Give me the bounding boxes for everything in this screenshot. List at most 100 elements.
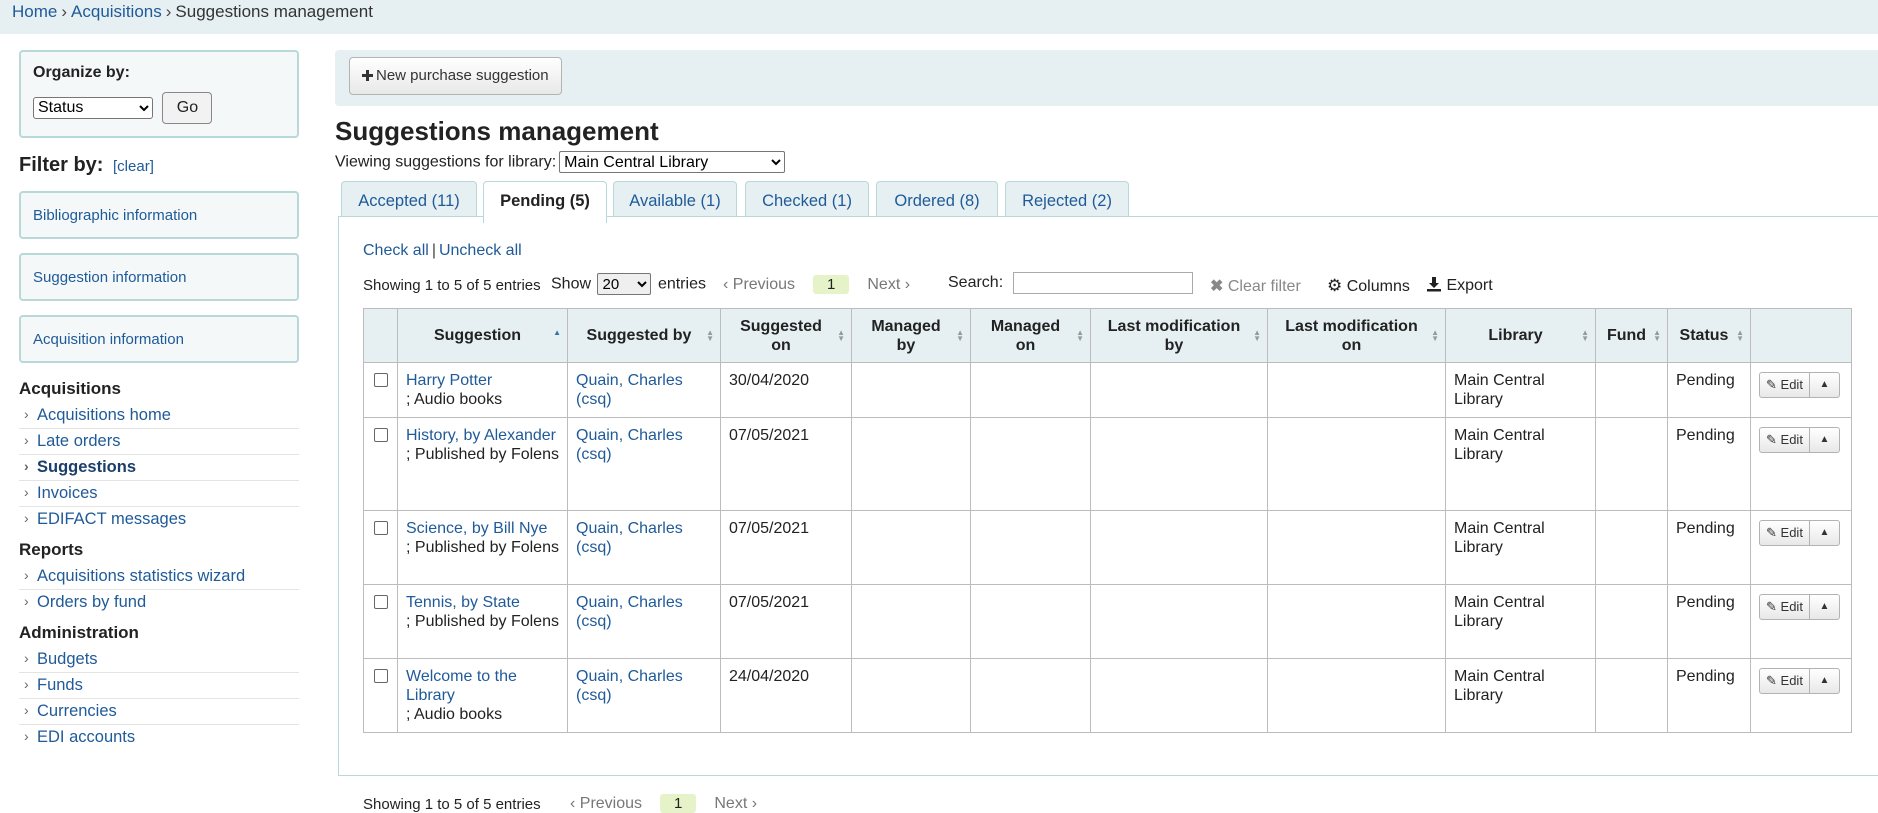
header-last-mod-by[interactable]: Last modification by ▲ ▼ — [1090, 308, 1268, 363]
nav-item-budgets[interactable]: Budgets — [19, 647, 299, 673]
suggestion-title-link[interactable]: Welcome to the Library — [406, 668, 517, 704]
nav-reports: Reports Acquisitions statistics wizard O… — [19, 540, 299, 615]
managed-by — [851, 510, 971, 585]
nav-item-suggestions[interactable]: Suggestions — [19, 455, 299, 481]
nav-item-stats-wizard[interactable]: Acquisitions statistics wizard — [19, 564, 299, 590]
suggestion-title-link[interactable]: History, by Alexander — [406, 427, 556, 444]
row-checkbox[interactable] — [373, 669, 388, 683]
organize-label: Organize by: — [33, 64, 130, 81]
tab-checked[interactable]: Checked (1) — [745, 181, 869, 221]
nav-item-currencies[interactable]: Currencies — [19, 699, 299, 725]
breadcrumb-separator: › — [165, 2, 172, 21]
edit-button[interactable]: ✎ Edit — [1759, 594, 1810, 620]
go-button[interactable]: Go — [162, 92, 213, 124]
download-icon — [1427, 277, 1441, 292]
row-checkbox[interactable] — [373, 428, 388, 442]
row-checkbox[interactable] — [373, 595, 388, 609]
tab-rejected[interactable]: Rejected (2) — [1005, 181, 1129, 221]
page-length-select[interactable]: 20 — [597, 273, 652, 295]
table-row: History, by Alexander ; Published by Fole… — [363, 417, 1852, 511]
actions-dropdown-button[interactable]: ▲ — [1809, 372, 1840, 398]
page-length: Show 20 entries — [551, 273, 706, 295]
filter-acquisition[interactable]: Acquisition information — [19, 315, 299, 363]
nav-item-acquisitions-home[interactable]: Acquisitions home — [19, 403, 299, 429]
page-current[interactable]: 1 — [813, 275, 850, 294]
suggestion-title-link[interactable]: Harry Potter — [406, 372, 492, 389]
top-pager: ‹ Previous 1 Next › — [723, 275, 910, 294]
filter-bibliographic[interactable]: Bibliographic information — [19, 191, 299, 239]
nav-item-orders-by-fund[interactable]: Orders by fund — [19, 590, 299, 615]
next-link[interactable]: Next › — [714, 795, 757, 812]
header-fund[interactable]: Fund ▲ ▼ — [1595, 308, 1668, 363]
last-mod-on — [1267, 362, 1446, 418]
breadcrumb: Home › Acquisitions › Suggestions management — [0, 0, 1878, 34]
check-all-link[interactable]: Check all — [363, 242, 429, 259]
clear-filter-button[interactable]: ✖ Clear filter — [1210, 276, 1301, 296]
last-mod-by — [1090, 362, 1268, 418]
next-link[interactable]: Next › — [867, 276, 910, 293]
header-managed-by[interactable]: Managed by ▲ ▼ — [851, 308, 971, 363]
nav-item-edifact[interactable]: EDIFACT messages — [19, 507, 299, 532]
edit-button[interactable]: ✎ Edit — [1759, 427, 1810, 453]
managed-on — [970, 362, 1091, 418]
suggestion-detail: ; Published by Folens — [406, 539, 559, 556]
caret-up-icon: ▲ — [1819, 434, 1830, 445]
table-row: Harry Potter ; Audio books Quain, Charles… — [363, 362, 1852, 418]
header-library[interactable]: Library ▲ ▼ — [1445, 308, 1596, 363]
nav-title: Administration — [19, 623, 139, 642]
edit-button[interactable]: ✎ Edit — [1759, 520, 1810, 546]
breadcrumb-acquisitions[interactable]: Acquisitions — [71, 2, 162, 21]
previous-link[interactable]: ‹ Previous — [570, 795, 642, 812]
row-checkbox[interactable] — [373, 521, 388, 535]
pencil-icon: ✎ — [1766, 377, 1777, 392]
edit-button[interactable]: ✎ Edit — [1759, 372, 1810, 398]
close-icon: ✖ — [1210, 278, 1224, 295]
library-select[interactable]: Main Central Library — [559, 151, 786, 173]
actions-dropdown-button[interactable]: ▲ — [1809, 427, 1840, 453]
library-cell: Main Central Library — [1445, 584, 1596, 659]
filter-clear-link[interactable]: [clear] — [113, 158, 154, 175]
columns-button[interactable]: ⚙ Columns — [1327, 276, 1410, 296]
new-suggestion-button[interactable]: New purchase suggestion — [349, 57, 562, 95]
header-suggestion[interactable]: Suggestion ▲ — [397, 308, 568, 363]
suggested-by-link[interactable]: Quain, Charles (csq) — [576, 427, 683, 463]
organize-select[interactable]: Status — [33, 96, 153, 119]
nav-item-funds[interactable]: Funds — [19, 673, 299, 699]
tab-pending[interactable]: Pending (5) — [483, 181, 607, 223]
previous-link[interactable]: ‹ Previous — [723, 276, 795, 293]
actions-dropdown-button[interactable]: ▲ — [1809, 668, 1840, 694]
managed-on — [970, 510, 1091, 585]
suggested-by-link[interactable]: Quain, Charles (csq) — [576, 520, 683, 556]
actions-dropdown-button[interactable]: ▲ — [1809, 594, 1840, 620]
header-last-mod-on[interactable]: Last modification on ▲ ▼ — [1267, 308, 1446, 363]
suggestion-title-link[interactable]: Tennis, by State — [406, 594, 520, 611]
nav-item-late-orders[interactable]: Late orders — [19, 429, 299, 455]
table-controls: Showing 1 to 5 of 5 entries Show 20 entr… — [363, 269, 1863, 299]
page-current[interactable]: 1 — [660, 794, 697, 813]
tab-available[interactable]: Available (1) — [613, 181, 737, 221]
row-checkbox[interactable] — [373, 373, 388, 387]
export-button[interactable]: Export — [1426, 276, 1493, 295]
suggested-by-link[interactable]: Quain, Charles (csq) — [576, 594, 683, 630]
organize-box: Organize by: Status Go — [19, 50, 299, 138]
managed-by — [851, 362, 971, 418]
tab-accepted[interactable]: Accepted (11) — [341, 181, 477, 221]
edit-button[interactable]: ✎ Edit — [1759, 668, 1810, 694]
header-managed-on[interactable]: Managed on ▲ ▼ — [970, 308, 1091, 363]
tab-ordered[interactable]: Ordered (8) — [876, 181, 998, 221]
filter-suggestion[interactable]: Suggestion information — [19, 253, 299, 301]
header-suggested-on[interactable]: Suggested on ▲ ▼ — [720, 308, 852, 363]
header-status[interactable]: Status ▲ ▼ — [1667, 308, 1751, 363]
nav-item-invoices[interactable]: Invoices — [19, 481, 299, 507]
suggested-by-link[interactable]: Quain, Charles (csq) — [576, 668, 683, 704]
search-input[interactable] — [1013, 272, 1194, 294]
sort-icon: ▲ ▼ — [706, 327, 714, 343]
suggested-by-link[interactable]: Quain, Charles (csq) — [576, 372, 683, 408]
uncheck-all-link[interactable]: Uncheck all — [439, 242, 522, 259]
breadcrumb-home[interactable]: Home — [12, 2, 57, 21]
nav-item-edi-accounts[interactable]: EDI accounts — [19, 725, 299, 750]
header-suggested-by[interactable]: Suggested by ▲ ▼ — [567, 308, 721, 363]
actions-dropdown-button[interactable]: ▲ — [1809, 520, 1840, 546]
status-tabs: Accepted (11) Pending (5) Available (1) … — [335, 181, 1878, 223]
suggestion-title-link[interactable]: Science, by Bill Nye — [406, 520, 547, 537]
